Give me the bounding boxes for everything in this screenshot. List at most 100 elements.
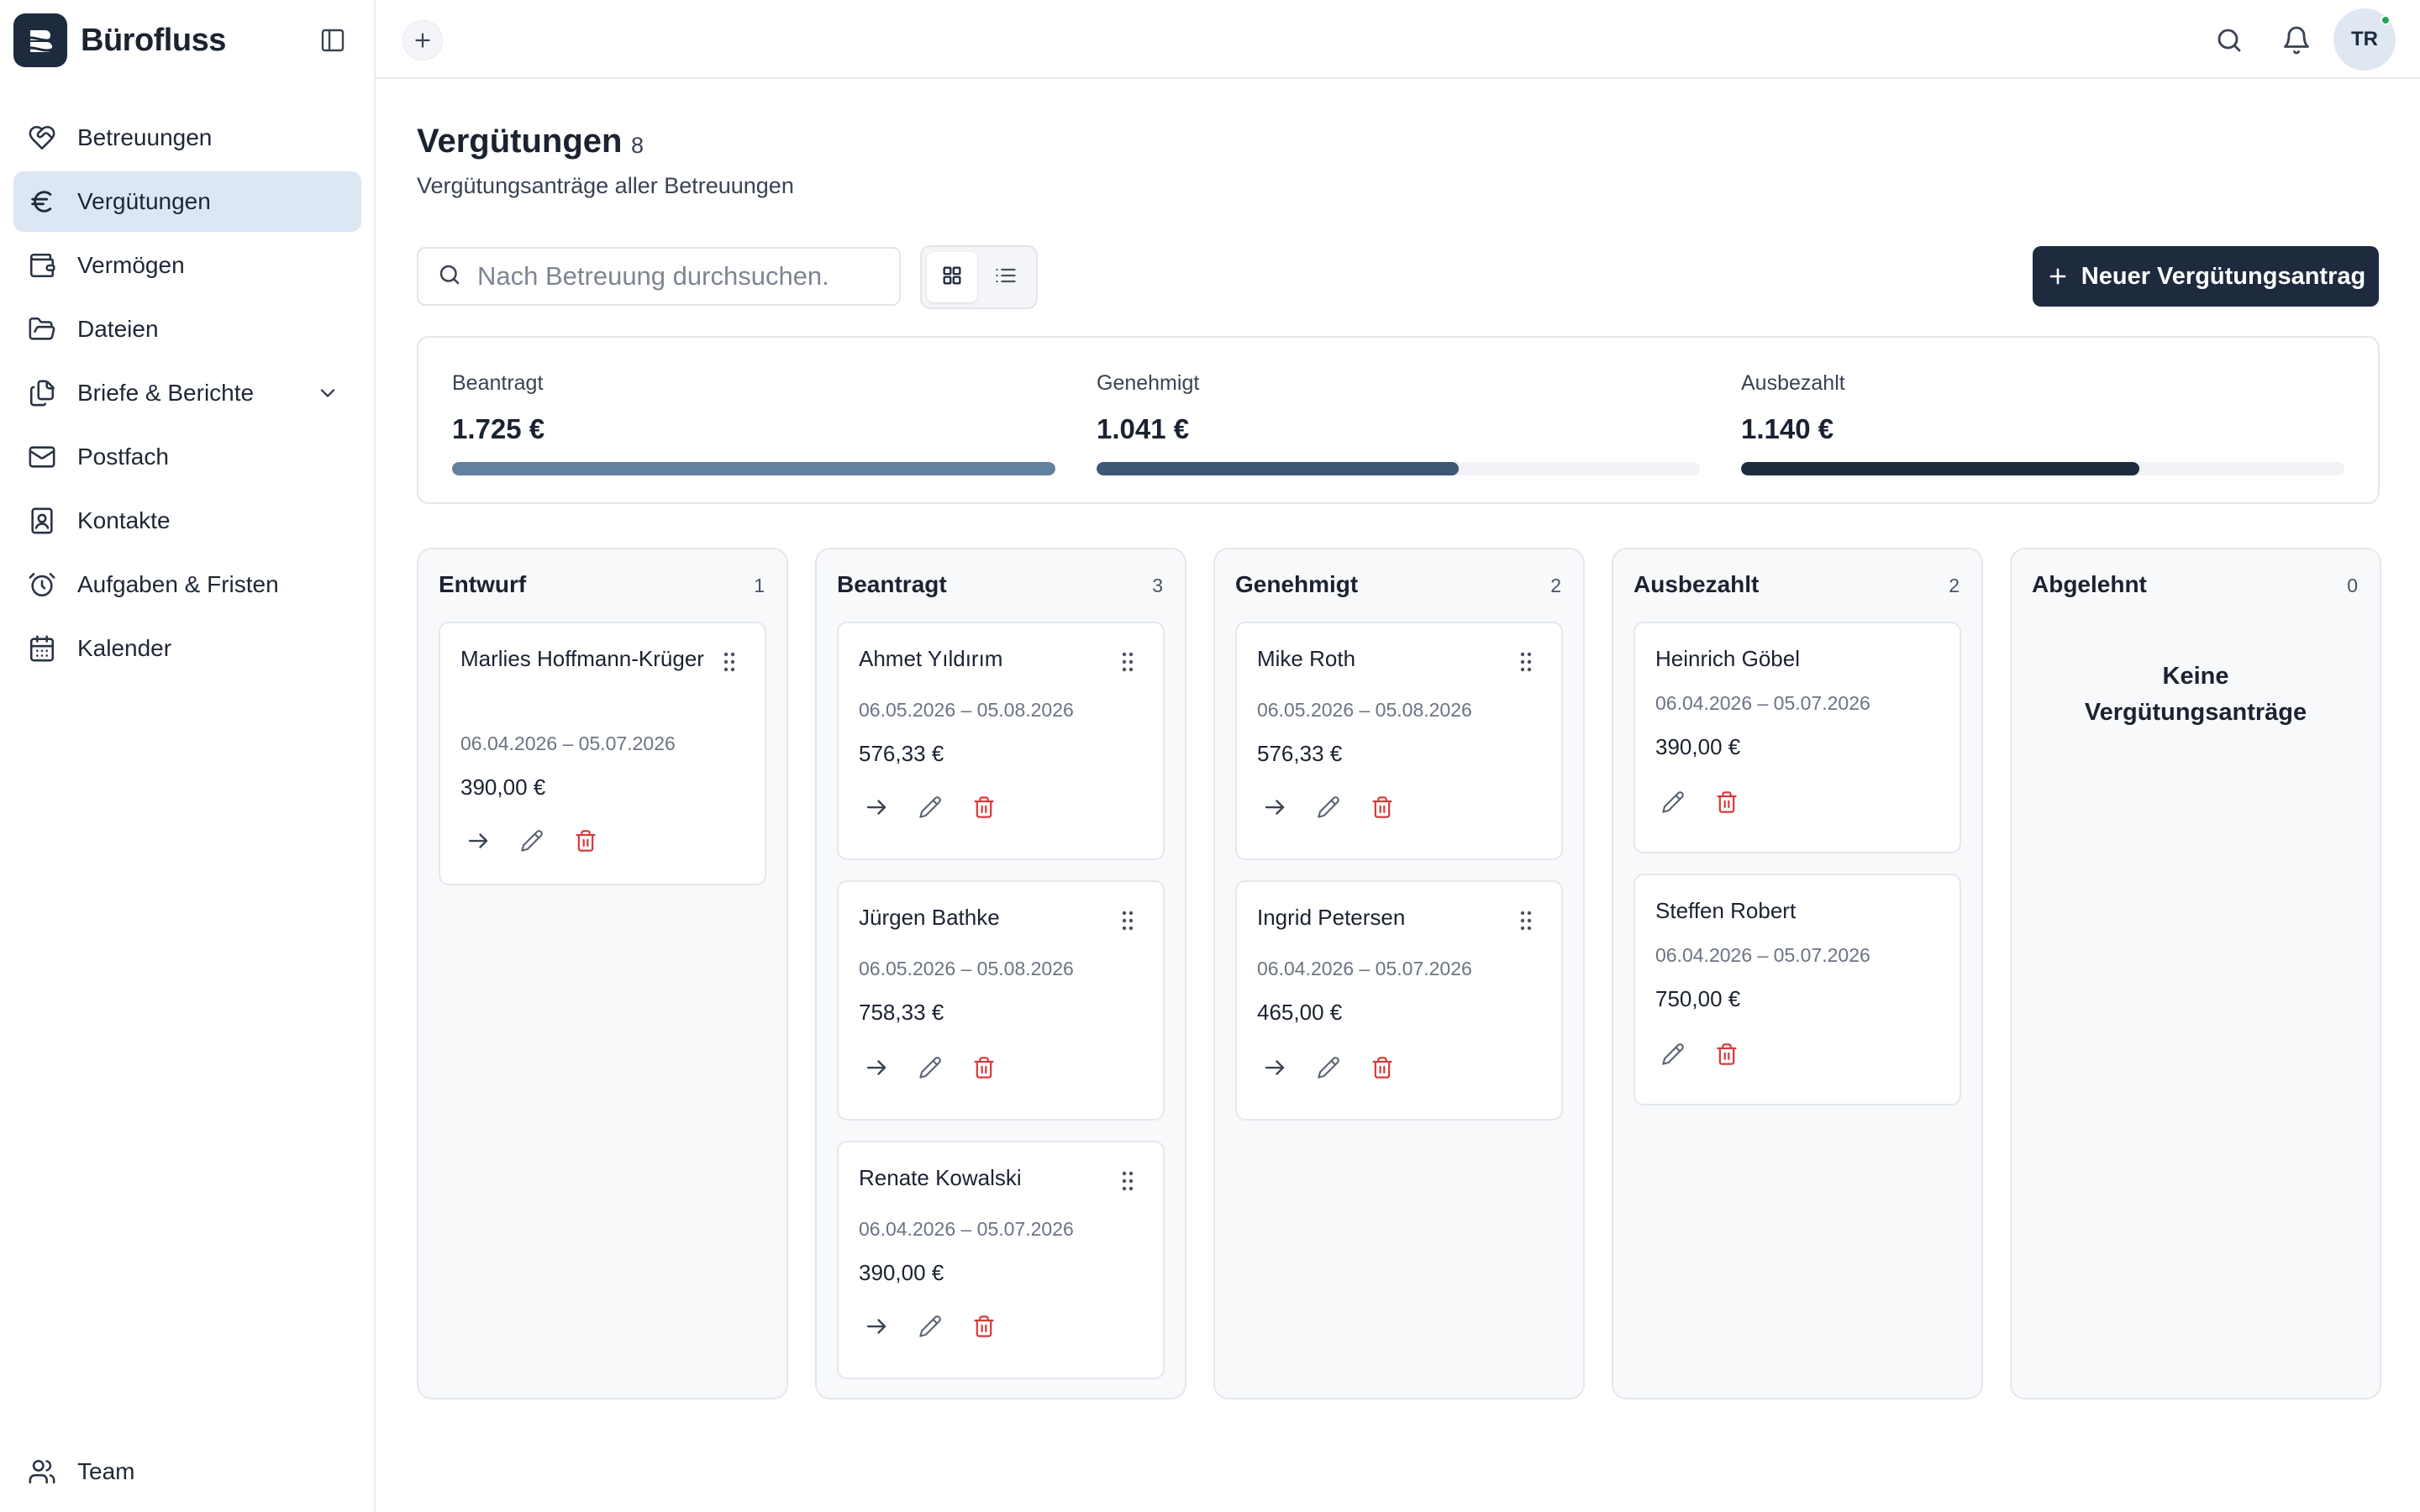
forward-arrow-icon[interactable] — [857, 1048, 896, 1087]
kanban-card[interactable]: Marlies Hoffmann-Krüger 06.04.2026 – 05.… — [439, 622, 766, 885]
search-input[interactable] — [477, 261, 881, 291]
stat-progress-fill — [1741, 462, 2139, 475]
forward-arrow-icon[interactable] — [1255, 1048, 1294, 1087]
sidebar-item-dateien[interactable]: Dateien — [13, 299, 361, 360]
new-compensation-request-button[interactable]: Neuer Vergütungsantrag — [2033, 246, 2379, 307]
card-period: 06.04.2026 – 05.07.2026 — [1655, 692, 1870, 714]
forward-arrow-icon[interactable] — [857, 788, 896, 827]
delete-trash-icon[interactable] — [1707, 783, 1746, 822]
sidebar-item-betreuungen[interactable]: Betreuungen — [13, 108, 361, 168]
edit-pencil-icon[interactable] — [1309, 1048, 1348, 1087]
main-content: Vergütungen 8 Vergütungsanträge aller Be… — [376, 81, 2420, 1512]
stat-progress-fill — [452, 462, 1055, 475]
delete-trash-icon[interactable] — [566, 822, 605, 860]
card-period: 06.05.2026 – 05.08.2026 — [859, 958, 1074, 979]
sidebar-item-verguetungen[interactable]: Vergütungen — [13, 171, 361, 232]
stat-label: Beantragt — [452, 371, 544, 395]
users-icon — [25, 1455, 59, 1488]
kanban-column-abgelehnt: Abgelehnt 0 Keine Vergütungsanträge — [2010, 548, 2381, 1399]
sidebar-item-team[interactable]: Team — [13, 1441, 361, 1502]
kanban-card[interactable]: Heinrich Göbel 06.04.2026 – 05.07.2026 3… — [1634, 622, 1961, 853]
stat-value: 1.140 € — [1741, 413, 1834, 444]
brand[interactable]: Bürofluss — [13, 12, 226, 69]
card-name: Heinrich Göbel — [1655, 646, 1800, 671]
sidebar-item-vermoegen[interactable]: Vermögen — [13, 235, 361, 296]
quick-add-button[interactable] — [402, 20, 443, 60]
grid-view-button[interactable] — [927, 252, 977, 302]
empty-state-text: Keine Vergütungsanträge — [2084, 663, 2307, 726]
drag-handle-icon[interactable] — [1118, 1168, 1138, 1194]
wallet-icon — [25, 249, 59, 282]
card-name: Jürgen Bathke — [859, 905, 1000, 930]
contact-book-icon — [25, 504, 59, 538]
chevron-down-icon[interactable] — [313, 378, 343, 408]
delete-trash-icon[interactable] — [965, 1048, 1003, 1087]
forward-arrow-icon[interactable] — [1255, 788, 1294, 827]
stat-value: 1.041 € — [1097, 413, 1190, 444]
sidebar-item-postfach[interactable]: Postfach — [13, 427, 361, 487]
alarm-clock-icon — [25, 568, 59, 601]
kanban-card[interactable]: Renate Kowalski 06.04.2026 – 05.07.2026 … — [837, 1141, 1165, 1379]
edit-pencil-icon[interactable] — [911, 1307, 950, 1346]
sidebar-toggle-icon[interactable] — [314, 24, 351, 57]
delete-trash-icon[interactable] — [965, 1307, 1003, 1346]
stat-progress-fill — [1097, 462, 1459, 475]
edit-pencil-icon[interactable] — [1654, 783, 1692, 822]
edit-pencil-icon[interactable] — [911, 788, 950, 827]
sidebar-item-briefe-berichte[interactable]: Briefe & Berichte — [13, 363, 361, 423]
sidebar-item-kalender[interactable]: Kalender — [13, 618, 361, 679]
column-count: 2 — [1949, 575, 1960, 596]
card-name: Mike Roth — [1257, 646, 1356, 671]
card-amount: 465,00 € — [1257, 1000, 1343, 1025]
kanban-card[interactable]: Jürgen Bathke 06.05.2026 – 05.08.2026 75… — [837, 880, 1165, 1121]
column-count: 0 — [2347, 575, 2358, 596]
forward-arrow-icon[interactable] — [857, 1307, 896, 1346]
kanban-card[interactable]: Mike Roth 06.05.2026 – 05.08.2026 576,33… — [1235, 622, 1563, 860]
delete-trash-icon[interactable] — [965, 788, 1003, 827]
search-box[interactable] — [417, 247, 901, 306]
delete-trash-icon[interactable] — [1707, 1035, 1746, 1074]
list-view-button[interactable] — [981, 252, 1031, 302]
drag-handle-icon[interactable] — [1516, 648, 1536, 675]
edit-pencil-icon[interactable] — [513, 822, 551, 860]
stat-beantragt: Beantragt 1.725 € — [452, 338, 1057, 506]
page-subtitle: Vergütungsanträge aller Betreuungen — [417, 173, 794, 198]
online-status-dot — [2381, 15, 2391, 25]
list-icon — [994, 264, 1018, 291]
kanban-card[interactable]: Steffen Robert 06.04.2026 – 05.07.2026 7… — [1634, 874, 1961, 1105]
forward-arrow-icon[interactable] — [459, 822, 497, 860]
card-amount: 576,33 € — [859, 741, 944, 766]
column-title: Genehmigt — [1235, 571, 1359, 597]
card-name: Steffen Robert — [1655, 898, 1797, 923]
column-title: Entwurf — [439, 571, 527, 597]
kanban-card[interactable]: Ingrid Petersen 06.04.2026 – 05.07.2026 … — [1235, 880, 1563, 1121]
edit-pencil-icon[interactable] — [911, 1048, 950, 1087]
new-button-label: Neuer Vergütungsantrag — [2081, 262, 2366, 290]
drag-handle-icon[interactable] — [719, 648, 739, 675]
sidebar-item-aufgaben-fristen[interactable]: Aufgaben & Fristen — [13, 554, 361, 615]
edit-pencil-icon[interactable] — [1654, 1035, 1692, 1074]
card-actions — [1255, 788, 1402, 827]
column-count: 1 — [754, 575, 765, 596]
stat-progress-track — [1097, 462, 1700, 475]
app-name: Bürofluss — [81, 22, 226, 58]
card-amount: 390,00 € — [859, 1260, 944, 1285]
sidebar: Bürofluss Betreuungen Vergütungen Vermög… — [0, 0, 376, 1512]
drag-handle-icon[interactable] — [1118, 907, 1138, 934]
sidebar-item-label: Kalender — [77, 635, 172, 661]
column-title: Ausbezahlt — [1634, 571, 1760, 597]
drag-handle-icon[interactable] — [1516, 907, 1536, 934]
sidebar-bottom: Team — [13, 1441, 361, 1505]
edit-pencil-icon[interactable] — [1309, 788, 1348, 827]
search-icon[interactable] — [2211, 22, 2248, 59]
kanban-column-genehmigt: Genehmigt 2 Mike Roth 06.05.2026 – 05.08… — [1213, 548, 1585, 1399]
bell-icon[interactable] — [2278, 22, 2315, 59]
sidebar-item-label: Kontakte — [77, 507, 171, 533]
sidebar-item-kontakte[interactable]: Kontakte — [13, 491, 361, 551]
kanban-card[interactable]: Ahmet Yıldırım 06.05.2026 – 05.08.2026 5… — [837, 622, 1165, 860]
drag-handle-icon[interactable] — [1118, 648, 1138, 675]
user-avatar[interactable]: TR — [2333, 8, 2396, 71]
delete-trash-icon[interactable] — [1363, 1048, 1402, 1087]
stat-progress-track — [1741, 462, 2344, 475]
delete-trash-icon[interactable] — [1363, 788, 1402, 827]
